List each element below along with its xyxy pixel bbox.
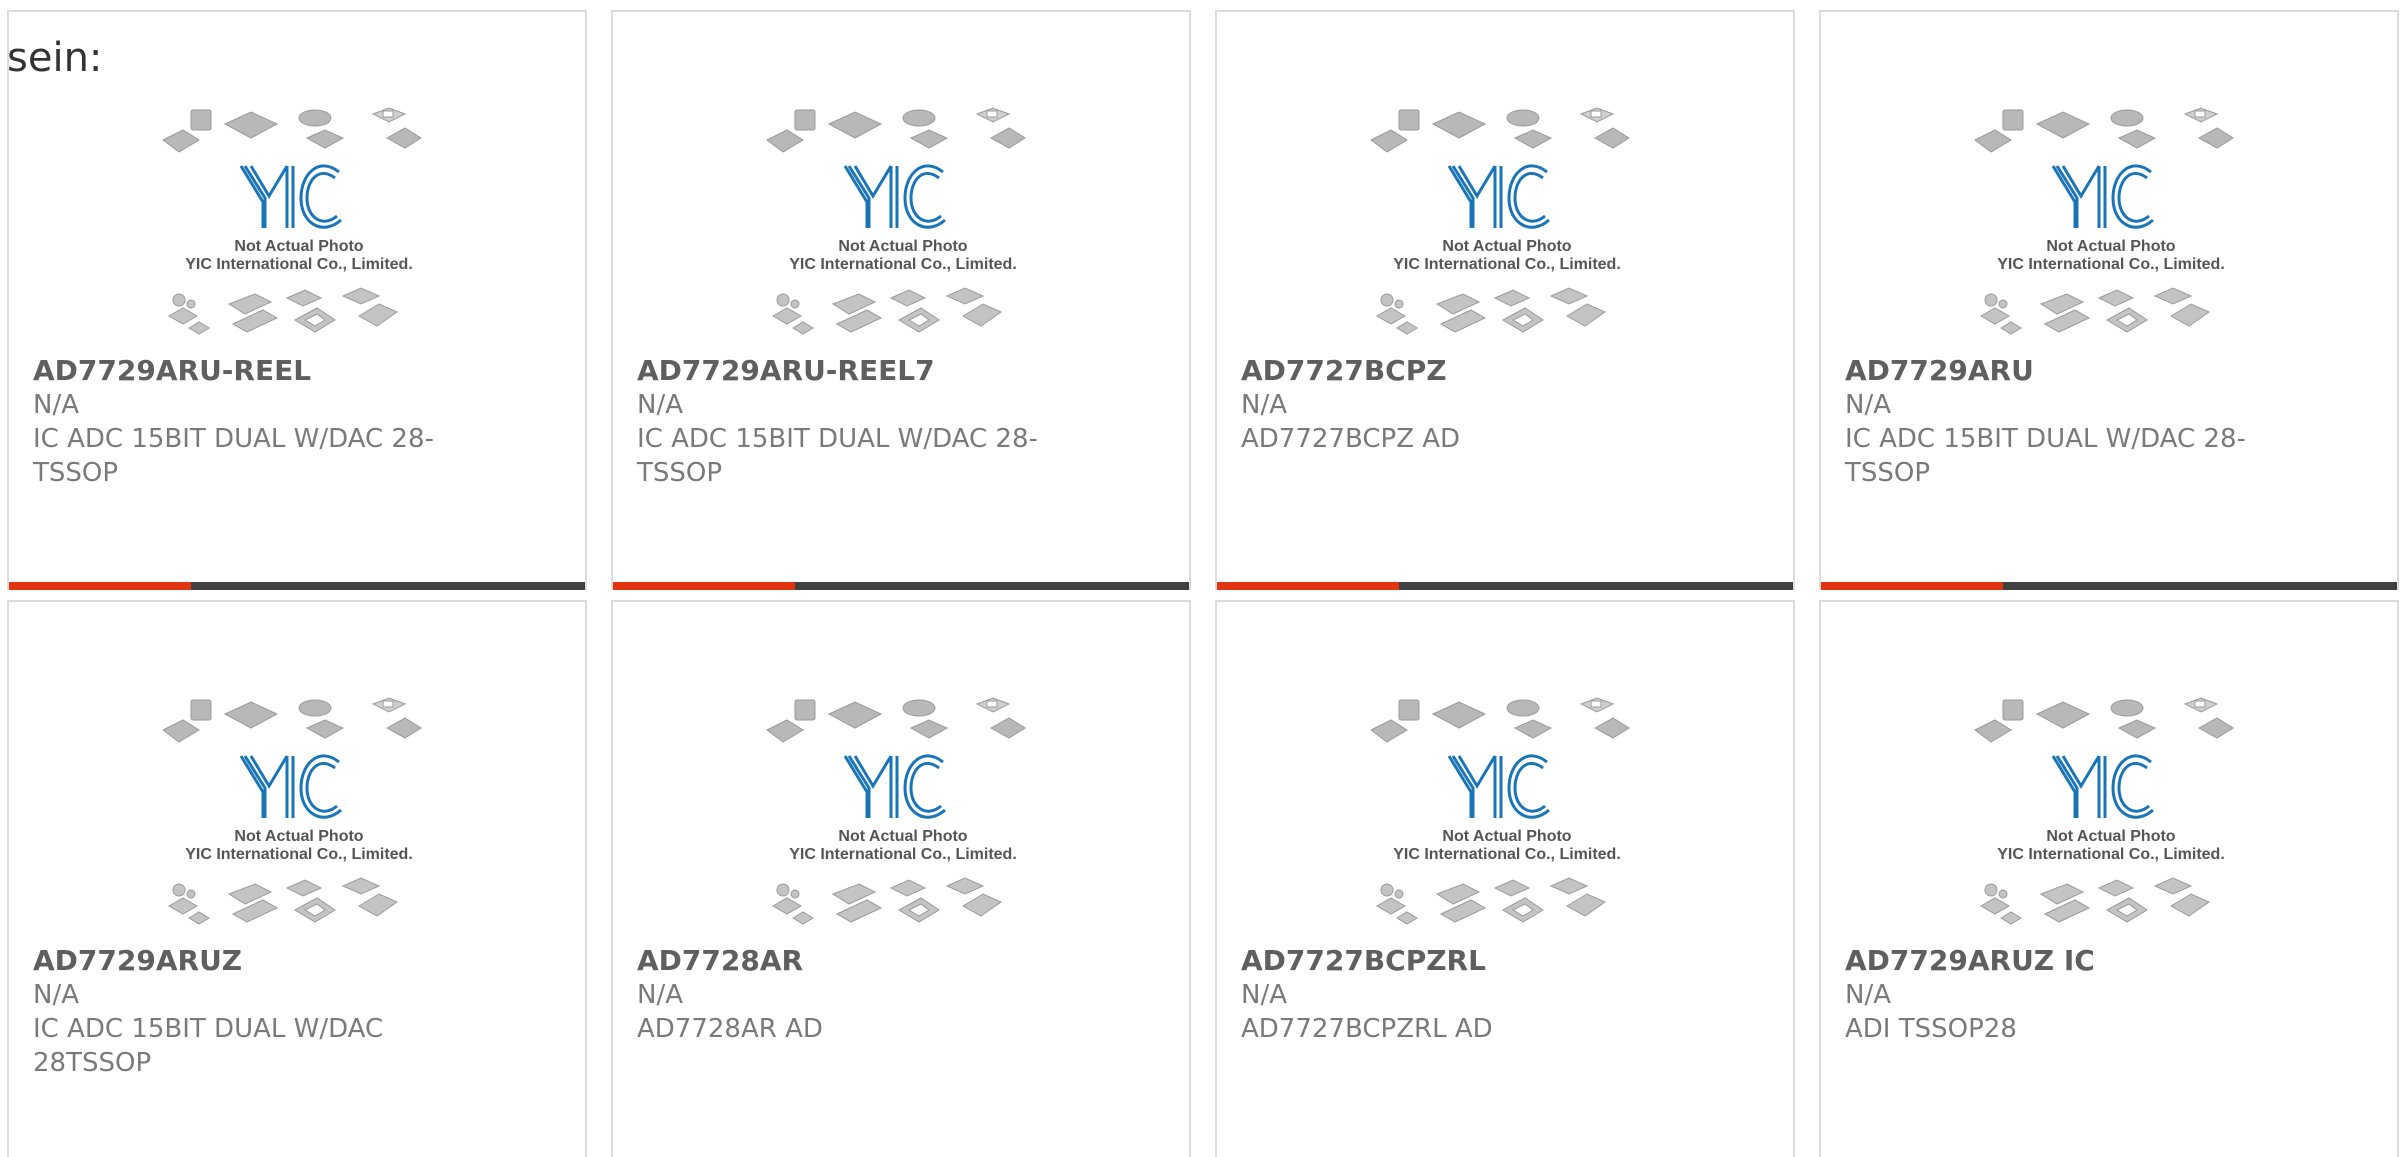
product-info: AD7727BCPZ N/A AD7727BCPZ AD (1241, 354, 1661, 456)
description-text: IC ADC 15BIT DUAL W/DAC 28-TSSOP (33, 424, 434, 488)
product-info: AD7728AR N/A AD7728AR AD (637, 944, 1057, 1046)
manufacturer-text: N/A (1241, 980, 1287, 1010)
product-card-3[interactable]: Not Actual Photo YIC International Co., … (1819, 10, 2399, 590)
lead-text: sein: (7, 35, 103, 81)
manufacturer-text: N/A (1845, 390, 1891, 420)
chip-icons-bottom (167, 877, 399, 925)
chip-icons-top (766, 107, 1026, 153)
chip-icons-top (1974, 107, 2234, 153)
photo-caption-line1: Not Actual Photo (838, 828, 967, 845)
card-bottom-bar (1821, 582, 2397, 590)
product-placeholder-image[interactable]: Not Actual Photo YIC International Co., … (1367, 690, 1647, 944)
chip-icons-top (766, 697, 1026, 743)
product-grid-page: sein: Not Actual Photo YIC International… (0, 0, 2400, 1157)
product-info: AD7727BCPZRL N/A AD7727BCPZRL AD (1241, 944, 1661, 1046)
product-placeholder-image[interactable]: Not Actual Photo YIC International Co., … (763, 100, 1043, 354)
description-text: IC ADC 15BIT DUAL W/DAC 28TSSOP (33, 1014, 384, 1078)
manufacturer-text: N/A (1241, 390, 1287, 420)
photo-caption-line1: Not Actual Photo (1442, 238, 1571, 255)
part-number-link[interactable]: AD7729ARUZ IC (1845, 944, 2265, 978)
manufacturer-text: N/A (637, 390, 683, 420)
product-card-5[interactable]: Not Actual Photo YIC International Co., … (611, 600, 1191, 1157)
description-text: AD7727BCPZ AD (1241, 424, 1461, 454)
part-number-link[interactable]: AD7727BCPZRL (1241, 944, 1661, 978)
card-bottom-bar (1217, 582, 1793, 590)
product-card-2[interactable]: Not Actual Photo YIC International Co., … (1215, 10, 1795, 590)
photo-caption-line1: Not Actual Photo (2046, 238, 2175, 255)
part-number-link[interactable]: AD7729ARU-REEL7 (637, 354, 1057, 388)
product-placeholder-image[interactable]: Not Actual Photo YIC International Co., … (763, 690, 1043, 944)
description-text: IC ADC 15BIT DUAL W/DAC 28-TSSOP (637, 424, 1038, 488)
part-number-link[interactable]: AD7727BCPZ (1241, 354, 1661, 388)
photo-caption-line2: YIC International Co., Limited. (1997, 256, 2225, 273)
photo-caption-line2: YIC International Co., Limited. (185, 846, 413, 863)
product-info: AD7729ARU-REEL N/A IC ADC 15BIT DUAL W/D… (33, 354, 453, 490)
photo-caption-line2: YIC International Co., Limited. (1393, 256, 1621, 273)
chip-icons-top (162, 107, 422, 153)
product-card-6[interactable]: Not Actual Photo YIC International Co., … (1215, 600, 1795, 1157)
card-accent-bar (1821, 582, 2003, 590)
card-accent-bar (613, 582, 795, 590)
manufacturer-text: N/A (1845, 980, 1891, 1010)
product-placeholder-image[interactable]: Not Actual Photo YIC International Co., … (159, 100, 439, 354)
photo-caption-line1: Not Actual Photo (838, 238, 967, 255)
chip-icons-bottom (771, 877, 1003, 925)
photo-caption-line1: Not Actual Photo (2046, 828, 2175, 845)
photo-caption-line1: Not Actual Photo (234, 238, 363, 255)
product-placeholder-image[interactable]: Not Actual Photo YIC International Co., … (159, 690, 439, 944)
yic-logo (1447, 164, 1550, 229)
chip-icons-bottom (1979, 877, 2211, 925)
photo-caption-line2: YIC International Co., Limited. (185, 256, 413, 273)
chip-icons-bottom (1375, 287, 1607, 335)
product-info: AD7729ARU N/A IC ADC 15BIT DUAL W/DAC 28… (1845, 354, 2265, 490)
yic-logo (843, 754, 946, 819)
description-text: AD7728AR AD (637, 1014, 823, 1044)
product-card-7[interactable]: Not Actual Photo YIC International Co., … (1819, 600, 2399, 1157)
product-grid: Not Actual Photo YIC International Co., … (7, 10, 2400, 1157)
chip-icons-top (1974, 697, 2234, 743)
product-placeholder-image[interactable]: Not Actual Photo YIC International Co., … (1971, 690, 2251, 944)
photo-caption-line1: Not Actual Photo (1442, 828, 1571, 845)
product-placeholder-image[interactable]: Not Actual Photo YIC International Co., … (1971, 100, 2251, 354)
product-info: AD7729ARUZ IC N/A ADI TSSOP28 (1845, 944, 2265, 1046)
card-accent-bar (9, 582, 191, 590)
manufacturer-text: N/A (33, 390, 79, 420)
chip-icons-bottom (771, 287, 1003, 335)
chip-icons-bottom (1979, 287, 2211, 335)
photo-caption-line2: YIC International Co., Limited. (1997, 846, 2225, 863)
part-number-link[interactable]: AD7729ARU-REEL (33, 354, 453, 388)
yic-logo (239, 754, 342, 819)
product-card-4[interactable]: Not Actual Photo YIC International Co., … (7, 600, 587, 1157)
yic-logo (843, 164, 946, 229)
description-text: ADI TSSOP28 (1845, 1014, 2017, 1044)
chip-icons-top (1370, 107, 1630, 153)
card-bottom-bar (613, 582, 1189, 590)
photo-caption-line1: Not Actual Photo (234, 828, 363, 845)
part-number-link[interactable]: AD7729ARU (1845, 354, 2265, 388)
description-text: IC ADC 15BIT DUAL W/DAC 28-TSSOP (1845, 424, 2246, 488)
yic-logo (239, 164, 342, 229)
chip-icons-bottom (167, 287, 399, 335)
photo-caption-line2: YIC International Co., Limited. (789, 256, 1017, 273)
description-text: AD7727BCPZRL AD (1241, 1014, 1493, 1044)
part-number-link[interactable]: AD7728AR (637, 944, 1057, 978)
chip-icons-top (1370, 697, 1630, 743)
product-info: AD7729ARU-REEL7 N/A IC ADC 15BIT DUAL W/… (637, 354, 1057, 490)
product-card-1[interactable]: Not Actual Photo YIC International Co., … (611, 10, 1191, 590)
card-accent-bar (1217, 582, 1399, 590)
chip-icons-top (162, 697, 422, 743)
manufacturer-text: N/A (637, 980, 683, 1010)
part-number-link[interactable]: AD7729ARUZ (33, 944, 453, 978)
product-info: AD7729ARUZ N/A IC ADC 15BIT DUAL W/DAC 2… (33, 944, 453, 1080)
yic-logo (1447, 754, 1550, 819)
manufacturer-text: N/A (33, 980, 79, 1010)
yic-logo (2051, 164, 2154, 229)
product-card-0[interactable]: Not Actual Photo YIC International Co., … (7, 10, 587, 590)
photo-caption-line2: YIC International Co., Limited. (1393, 846, 1621, 863)
product-placeholder-image[interactable]: Not Actual Photo YIC International Co., … (1367, 100, 1647, 354)
card-bottom-bar (9, 582, 585, 590)
photo-caption-line2: YIC International Co., Limited. (789, 846, 1017, 863)
chip-icons-bottom (1375, 877, 1607, 925)
yic-logo (2051, 754, 2154, 819)
